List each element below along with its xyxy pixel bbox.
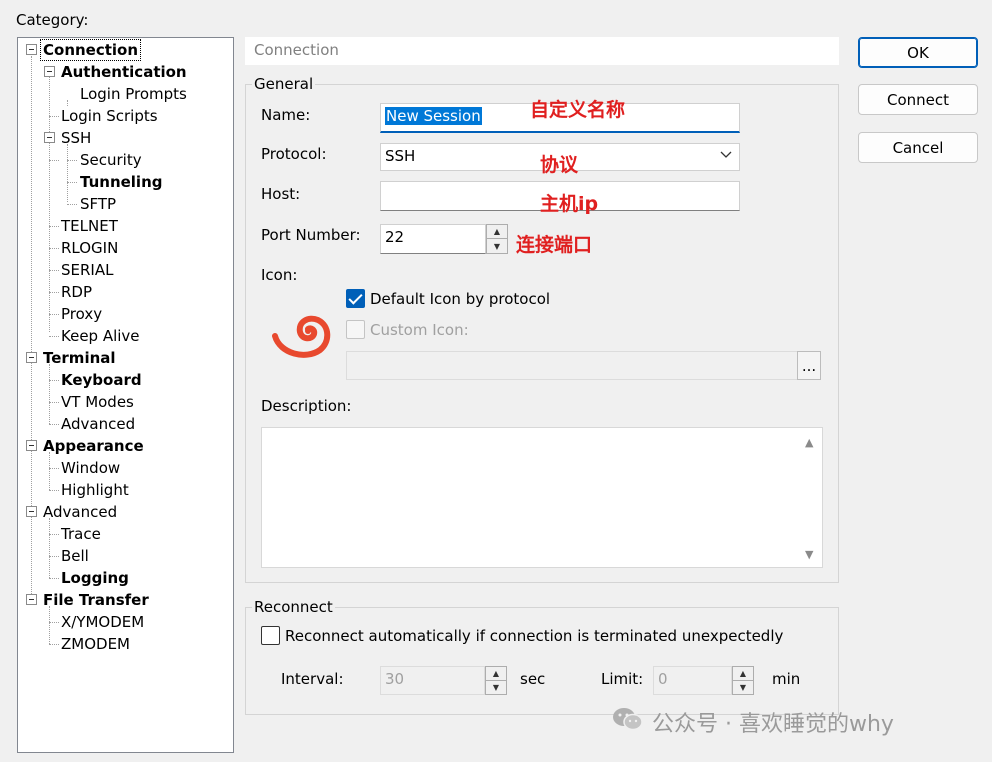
default-icon-checkbox[interactable] xyxy=(346,289,365,308)
protocol-label: Protocol: xyxy=(261,145,327,163)
tree-item-zmodem[interactable]: ZMODEM xyxy=(61,634,130,654)
tree-item-rdp[interactable]: RDP xyxy=(61,282,92,302)
port-spinner[interactable]: ▲ ▼ xyxy=(486,224,508,254)
tree-item-rlogin[interactable]: RLOGIN xyxy=(61,238,118,258)
tree-item-keep-alive[interactable]: Keep Alive xyxy=(61,326,140,346)
tree-item-terminal[interactable]: Terminal xyxy=(43,348,116,368)
tree-item-trace[interactable]: Trace xyxy=(61,524,101,544)
tree-item-serial[interactable]: SERIAL xyxy=(61,260,113,280)
custom-icon-label: Custom Icon: xyxy=(370,321,469,339)
interval-down-icon[interactable]: ▼ xyxy=(486,681,506,695)
port-label: Port Number: xyxy=(261,226,361,244)
tree-item-advanced[interactable]: Advanced xyxy=(43,502,117,522)
interval-label: Interval: xyxy=(281,670,344,688)
tree-item-window[interactable]: Window xyxy=(61,458,120,478)
tree-item-terminal-advanced[interactable]: Advanced xyxy=(61,414,135,434)
watermark-text: 公众号 · 喜欢睡觉的why xyxy=(652,712,894,737)
connection-collapse-icon[interactable] xyxy=(26,44,37,55)
min-label: min xyxy=(772,670,801,688)
reconnect-auto-checkbox[interactable] xyxy=(261,626,280,645)
interval-up-icon[interactable]: ▲ xyxy=(486,667,506,681)
description-textarea[interactable]: ▲ ▼ xyxy=(261,427,823,568)
limit-input-value: 0 xyxy=(658,670,668,688)
browse-icon-button[interactable]: ... xyxy=(797,351,821,380)
tree-item-bell[interactable]: Bell xyxy=(61,546,89,566)
tree-item-telnet[interactable]: TELNET xyxy=(61,216,118,236)
tree-item-authentication[interactable]: Authentication xyxy=(61,62,187,82)
limit-spinner[interactable]: ▲ ▼ xyxy=(732,666,754,695)
tree-item-logging[interactable]: Logging xyxy=(61,568,129,588)
appearance-collapse-icon[interactable] xyxy=(26,440,37,451)
tree-item-login-scripts[interactable]: Login Scripts xyxy=(61,106,158,126)
port-input[interactable]: 22 xyxy=(380,224,486,254)
interval-spinner[interactable]: ▲ ▼ xyxy=(485,666,507,695)
cancel-button[interactable]: Cancel xyxy=(858,132,978,163)
file-transfer-collapse-icon[interactable] xyxy=(26,594,37,605)
general-group-title: General xyxy=(252,75,316,93)
category-tree[interactable]: Connection Authentication Login Prompts … xyxy=(17,37,234,753)
name-input-value: New Session xyxy=(385,107,482,125)
spin-down-icon[interactable]: ▼ xyxy=(487,239,507,253)
reconnect-auto-label: Reconnect automatically if connection is… xyxy=(285,627,784,645)
watermark: 公众号 · 喜欢睡觉的why xyxy=(612,706,894,738)
tree-item-sftp[interactable]: SFTP xyxy=(80,194,116,214)
advanced-collapse-icon[interactable] xyxy=(26,506,37,517)
limit-input[interactable]: 0 xyxy=(653,666,732,695)
default-icon-label: Default Icon by protocol xyxy=(370,290,551,308)
annotation-protocol: 协议 xyxy=(540,154,579,176)
limit-label: Limit: xyxy=(601,670,644,688)
limit-up-icon[interactable]: ▲ xyxy=(733,667,753,681)
chevron-down-icon xyxy=(719,147,733,165)
tree-item-keyboard[interactable]: Keyboard xyxy=(61,370,142,390)
tree-item-ssh[interactable]: SSH xyxy=(61,128,91,148)
tree-item-connection[interactable]: Connection xyxy=(39,39,142,61)
annotation-name: 自定义名称 xyxy=(530,99,626,121)
custom-icon-checkbox[interactable] xyxy=(346,320,365,339)
wechat-icon xyxy=(612,706,644,738)
tree-item-proxy[interactable]: Proxy xyxy=(61,304,102,324)
spin-up-icon[interactable]: ▲ xyxy=(487,225,507,239)
annotation-port: 连接端口 xyxy=(516,234,593,256)
tree-item-xymodem[interactable]: X/YMODEM xyxy=(61,612,144,632)
tree-item-file-transfer[interactable]: File Transfer xyxy=(43,590,149,610)
custom-icon-path-input xyxy=(346,351,798,380)
scroll-up-icon[interactable]: ▲ xyxy=(805,436,813,449)
ok-button[interactable]: OK xyxy=(858,37,978,68)
icon-label: Icon: xyxy=(261,266,298,284)
tree-item-appearance[interactable]: Appearance xyxy=(43,436,144,456)
tree-item-vt-modes[interactable]: VT Modes xyxy=(61,392,134,412)
protocol-select-value: SSH xyxy=(385,147,416,165)
tree-item-highlight[interactable]: Highlight xyxy=(61,480,129,500)
panel-title: Connection xyxy=(245,37,839,65)
description-scrollbar[interactable]: ▲ ▼ xyxy=(800,428,822,567)
interval-input[interactable]: 30 xyxy=(380,666,485,695)
ssh-collapse-icon[interactable] xyxy=(44,132,55,143)
annotation-host: 主机ip xyxy=(540,193,599,215)
reconnect-group-title: Reconnect xyxy=(252,598,335,616)
tree-item-login-prompts[interactable]: Login Prompts xyxy=(80,84,187,104)
port-input-value: 22 xyxy=(385,228,405,246)
sec-label: sec xyxy=(520,670,546,688)
description-label: Description: xyxy=(261,397,352,415)
limit-down-icon[interactable]: ▼ xyxy=(733,681,753,695)
interval-input-value: 30 xyxy=(385,670,405,688)
authentication-collapse-icon[interactable] xyxy=(44,66,55,77)
tree-item-tunneling[interactable]: Tunneling xyxy=(80,172,163,192)
terminal-collapse-icon[interactable] xyxy=(26,352,37,363)
host-label: Host: xyxy=(261,185,301,203)
name-label: Name: xyxy=(261,106,311,124)
tree-item-security[interactable]: Security xyxy=(80,150,142,170)
scroll-down-icon[interactable]: ▼ xyxy=(805,548,813,561)
category-label: Category: xyxy=(16,11,89,29)
reconnect-group xyxy=(245,607,839,715)
connect-button[interactable]: Connect xyxy=(858,84,978,115)
ssh-protocol-icon xyxy=(272,312,332,360)
